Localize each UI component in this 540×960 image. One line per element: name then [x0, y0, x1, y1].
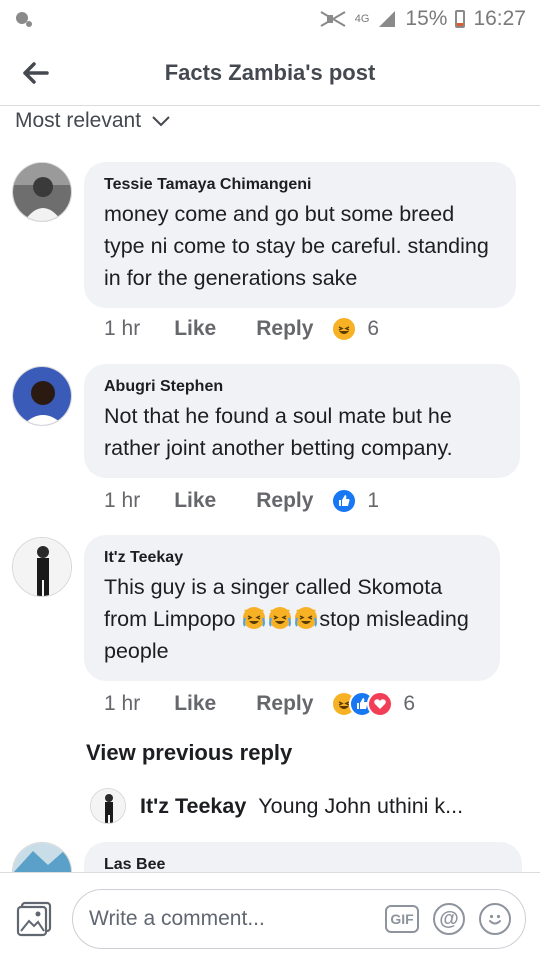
like-reaction-icon	[331, 488, 358, 514]
reply-button[interactable]: Reply	[256, 317, 313, 341]
comment-actions: 1 hr Like Reply 6	[104, 316, 379, 342]
haha-reaction-icon	[331, 316, 358, 342]
avatar[interactable]	[12, 366, 72, 426]
mute-icon	[320, 11, 346, 27]
chevron-down-icon	[152, 116, 170, 127]
comment-bubble[interactable]: Las Bee	[84, 842, 522, 872]
reply-button[interactable]: Reply	[256, 692, 313, 716]
reply-text: Young John uthini k...	[258, 793, 464, 818]
comment-bubble[interactable]: It'z Teekay This guy is a singer called …	[84, 535, 500, 681]
status-bar: 4G 15% 16:27	[0, 0, 540, 38]
network-type: 4G	[354, 13, 370, 25]
crying-laughing-cat-emoji-icon	[295, 607, 318, 629]
smiley-icon	[489, 914, 501, 925]
sort-dropdown[interactable]: Most relevant	[15, 106, 171, 136]
battery-percent: 15%	[405, 7, 448, 30]
gif-button[interactable]: GIF	[385, 905, 419, 933]
comment-author[interactable]: It'z Teekay	[104, 549, 480, 567]
comment: Las Bee	[12, 842, 528, 872]
reactions[interactable]	[331, 488, 358, 514]
comment-text: Not that he found a soul mate but he rat…	[104, 404, 453, 460]
page-title: Facts Zambia's post	[164, 59, 376, 85]
love-reaction-icon	[367, 691, 394, 717]
comment-author[interactable]: Las Bee	[104, 856, 502, 872]
comment-author[interactable]: Abugri Stephen	[104, 378, 500, 396]
reaction-count[interactable]: 6	[367, 317, 379, 341]
battery-icon	[455, 10, 466, 28]
like-button[interactable]: Like	[174, 317, 216, 341]
back-button[interactable]	[0, 40, 70, 106]
comment-text: This guy is a singer called Skomota from…	[104, 575, 469, 663]
comment-time[interactable]: 1 hr	[104, 317, 140, 341]
arrow-left-icon	[23, 61, 49, 84]
comment: Tessie Tamaya Chimangeni money come and …	[12, 162, 528, 352]
photo-icon	[16, 901, 52, 937]
header: Facts Zambia's post	[0, 40, 540, 106]
comment-time[interactable]: 1 hr	[104, 489, 140, 513]
crying-laughing-cat-emoji-icon	[243, 607, 266, 629]
like-button[interactable]: Like	[174, 489, 216, 513]
avatar[interactable]	[12, 162, 72, 222]
crying-laughing-cat-emoji-icon	[269, 607, 292, 629]
comment-bubble[interactable]: Tessie Tamaya Chimangeni money come and …	[84, 162, 516, 308]
like-button[interactable]: Like	[174, 692, 216, 716]
reaction-count[interactable]: 1	[367, 489, 379, 513]
reply-author[interactable]: It'z Teekay	[140, 794, 246, 819]
photo-button[interactable]	[16, 901, 52, 937]
view-previous-reply-link[interactable]: View previous reply	[86, 740, 292, 766]
comment-input-box[interactable]: GIF @	[72, 889, 526, 949]
signal-icon	[379, 11, 396, 27]
avatar[interactable]	[12, 842, 72, 872]
reply-preview[interactable]: It'z Teekay Young John uthini k...	[90, 788, 463, 824]
avatar[interactable]	[12, 537, 72, 597]
comment: Abugri Stephen Not that he found a soul …	[12, 364, 528, 524]
comment-actions: 1 hr Like Reply 6	[104, 691, 415, 717]
emoji-button[interactable]	[479, 903, 511, 935]
comment-composer: GIF @	[0, 872, 540, 960]
reply-button[interactable]: Reply	[256, 489, 313, 513]
clock: 16:27	[473, 7, 526, 30]
messenger-notification-icon	[16, 12, 32, 27]
comment: It'z Teekay This guy is a singer called …	[12, 535, 528, 735]
comment-bubble[interactable]: Abugri Stephen Not that he found a soul …	[84, 364, 520, 478]
comment-text: money come and go but some breed type ni…	[104, 202, 489, 290]
mention-button[interactable]: @	[433, 903, 465, 935]
comment-time[interactable]: 1 hr	[104, 692, 140, 716]
comment-input[interactable]	[89, 907, 359, 931]
reaction-count[interactable]: 6	[403, 692, 415, 716]
reactions[interactable]	[331, 691, 394, 717]
avatar[interactable]	[90, 788, 126, 824]
sort-label: Most relevant	[15, 109, 142, 132]
reactions[interactable]	[331, 316, 358, 342]
comment-actions: 1 hr Like Reply 1	[104, 488, 379, 514]
comment-author[interactable]: Tessie Tamaya Chimangeni	[104, 176, 496, 194]
